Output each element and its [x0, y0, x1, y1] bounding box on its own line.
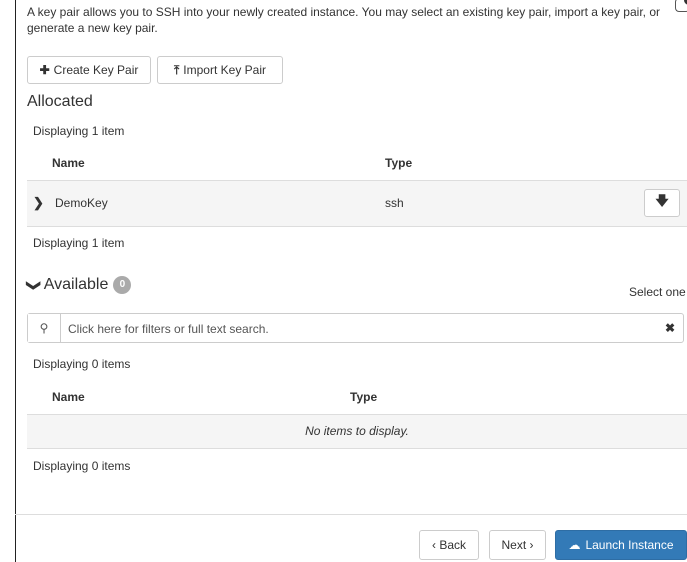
next-button[interactable]: Next › — [489, 530, 546, 560]
available-count-top: Displaying 0 items — [33, 357, 131, 371]
launch-instance-label: Launch Instance — [585, 538, 674, 552]
allocated-col-name[interactable]: Name — [52, 156, 85, 170]
import-key-pair-button[interactable]: ⤒ Import Key Pair — [157, 56, 283, 84]
deallocate-button[interactable]: 🡇 — [644, 189, 680, 217]
plus-icon: ✚ — [39, 63, 50, 77]
row-divider — [27, 226, 687, 227]
available-col-type[interactable]: Type — [350, 390, 377, 404]
allocated-col-type[interactable]: Type — [385, 156, 412, 170]
search-bar: ⚲ ✖ — [27, 313, 684, 344]
empty-table-message: No items to display. — [27, 415, 687, 448]
table-row — [27, 181, 687, 226]
search-input[interactable] — [66, 314, 650, 344]
available-title: Available — [43, 276, 109, 293]
launch-instance-button[interactable]: ☁ Launch Instance — [555, 530, 687, 560]
select-one-hint: Select one — [629, 285, 686, 299]
upload-icon: ⤒ — [173, 62, 180, 77]
close-icon[interactable]: ✖ — [665, 321, 675, 335]
create-key-pair-label: Create Key Pair — [53, 63, 139, 77]
chevron-right-icon[interactable]: ❯ — [33, 195, 44, 211]
import-key-pair-label: Import Key Pair — [183, 63, 266, 77]
arrow-down-icon: 🡇 — [655, 193, 669, 208]
available-count-bottom: Displaying 0 items — [33, 459, 131, 473]
help-toggle-icon[interactable] — [675, 0, 687, 12]
row-type: ssh — [385, 196, 404, 210]
available-count-badge: 0 — [113, 276, 132, 294]
allocated-heading: Allocated — [27, 93, 93, 110]
chevron-down-icon: ❯ — [26, 279, 43, 291]
available-heading[interactable]: ❯ Available 0 — [26, 276, 132, 294]
allocated-count-bottom: Displaying 1 item — [33, 236, 125, 250]
available-col-name[interactable]: Name — [52, 390, 85, 404]
row-name: DemoKey — [55, 196, 108, 210]
dialog-left-border — [15, 0, 16, 562]
back-button[interactable]: ‹ Back — [419, 530, 479, 560]
row-divider — [27, 448, 687, 449]
cloud-upload-icon: ☁ — [568, 538, 581, 552]
search-icon: ⚲ — [28, 314, 61, 342]
create-key-pair-button[interactable]: ✚ Create Key Pair — [27, 56, 151, 84]
allocated-count-top: Displaying 1 item — [33, 124, 125, 138]
intro-text: A key pair allows you to SSH into your n… — [27, 5, 660, 35]
footer-divider — [15, 514, 687, 515]
